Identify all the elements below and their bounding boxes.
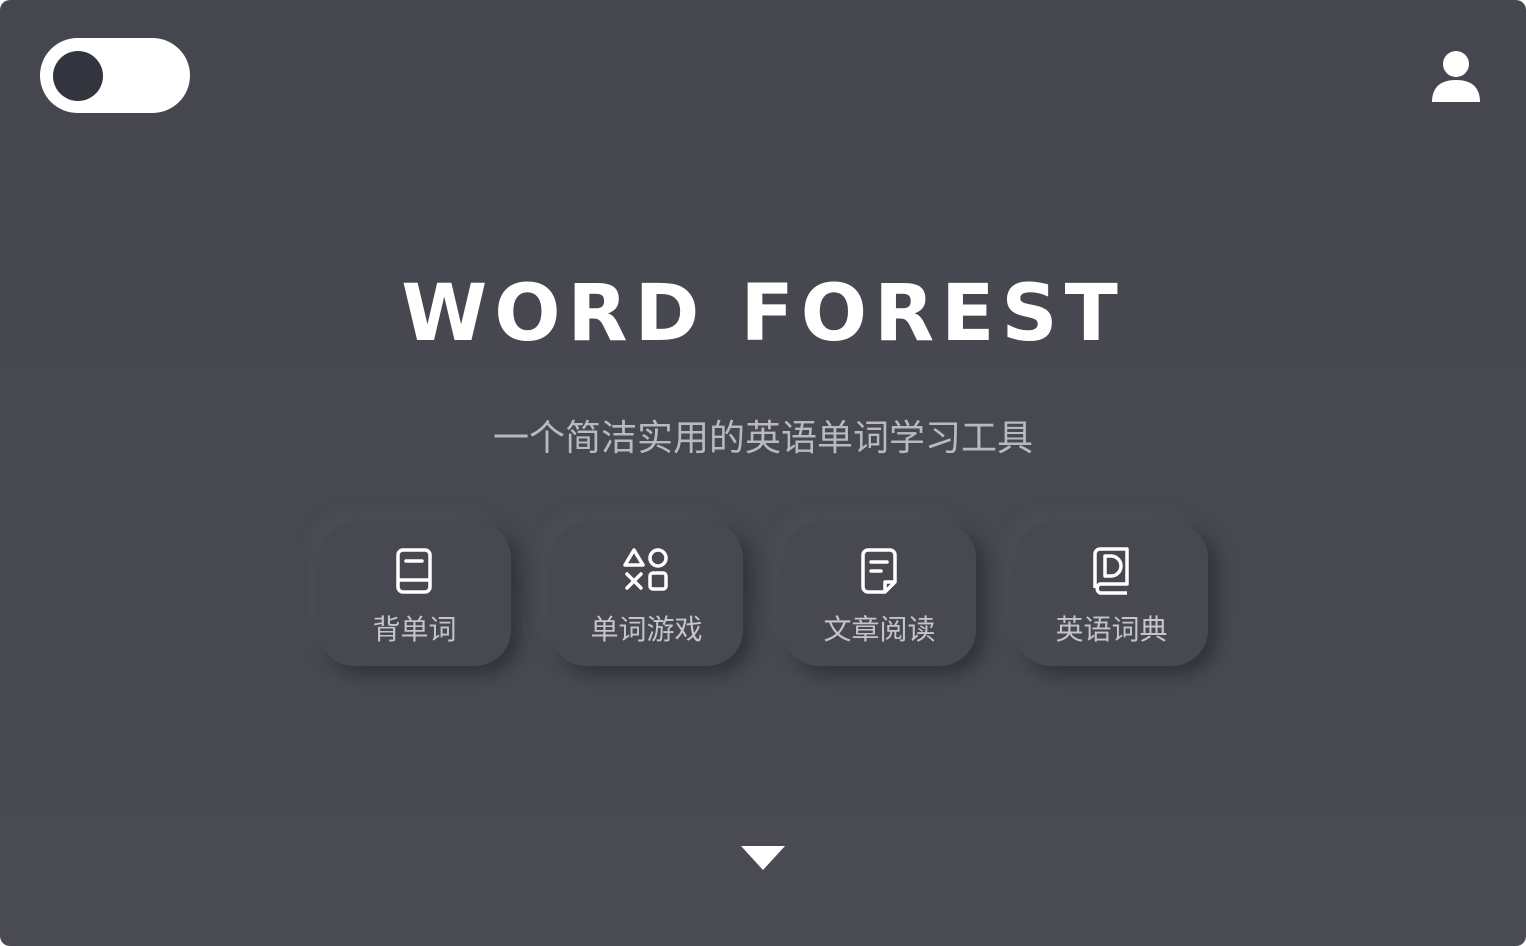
app-subtitle: 一个简洁实用的英语单词学习工具 [492, 418, 1033, 459]
toggle-knob [53, 51, 103, 101]
user-profile-button[interactable] [1426, 46, 1486, 106]
scroll-down-button[interactable] [741, 844, 785, 872]
feature-label: 文章阅读 [823, 613, 936, 646]
app-title: WORD FOREST [401, 269, 1125, 359]
triangle-down-icon [741, 844, 785, 872]
feature-card-english-dictionary[interactable]: 英语词典 [1015, 522, 1208, 666]
game-shapes-icon [621, 546, 671, 596]
user-icon [1426, 46, 1486, 106]
app-window: WORD FOREST 一个简洁实用的英语单词学习工具 背单词 单词游戏 文章阅… [0, 0, 1526, 946]
document-icon [854, 546, 904, 596]
feature-card-memorize-words[interactable]: 背单词 [318, 522, 511, 666]
feature-menu: 背单词 单词游戏 文章阅读 英语词典 [318, 522, 1208, 666]
dictionary-icon [1086, 546, 1136, 596]
feature-card-article-reading[interactable]: 文章阅读 [783, 522, 976, 666]
book-icon [389, 546, 439, 596]
feature-label: 英语词典 [1055, 613, 1168, 646]
theme-toggle[interactable] [40, 38, 190, 113]
feature-label: 单词游戏 [590, 613, 703, 646]
feature-label: 背单词 [372, 613, 457, 646]
feature-card-word-games[interactable]: 单词游戏 [550, 522, 743, 666]
